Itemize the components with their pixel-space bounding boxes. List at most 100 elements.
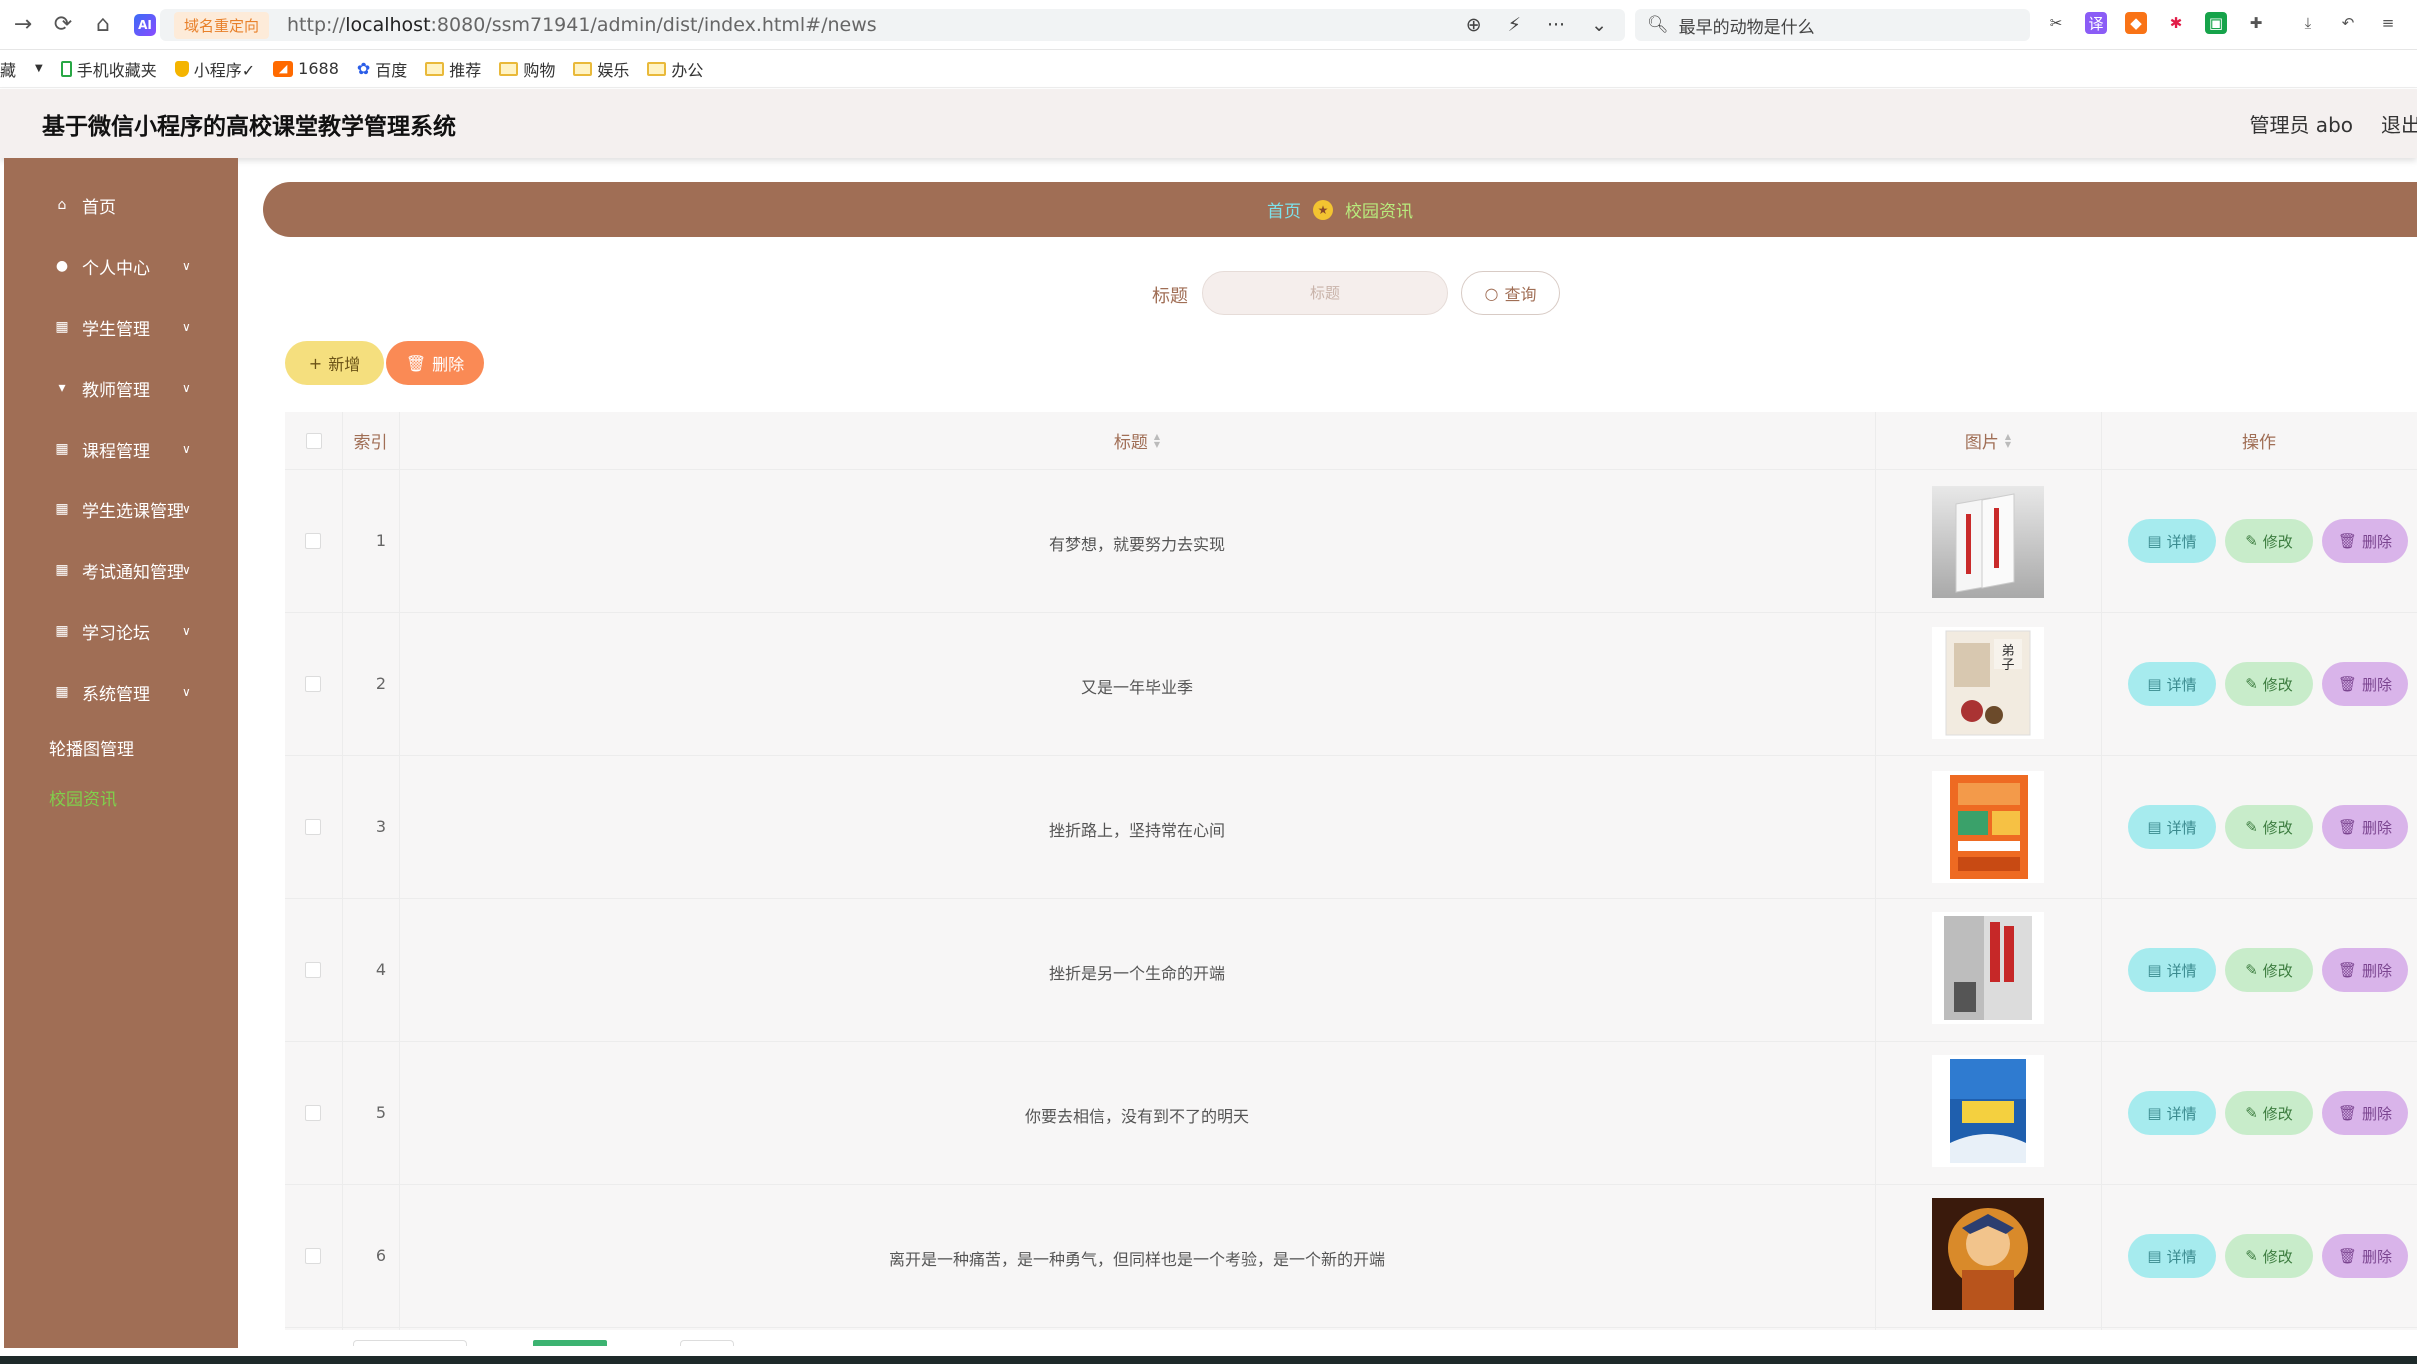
chevron-down-icon: ∨ xyxy=(182,563,191,577)
home-browser-icon[interactable]: ⌂ xyxy=(86,8,120,42)
detail-button[interactable]: ▤ 详情 xyxy=(2128,662,2216,706)
row-checkbox[interactable] xyxy=(305,962,321,978)
edit-button[interactable]: ✎ 修改 xyxy=(2225,1091,2313,1135)
sort-icon[interactable]: ▲ ▼ xyxy=(1154,432,1160,449)
add-button[interactable]: + 新增 xyxy=(285,341,384,385)
news-thumbnail[interactable] xyxy=(1932,771,2044,883)
baidu-paw-icon: ✿ xyxy=(356,59,371,78)
address-bar[interactable]: 域名重定向 http://localhost:8080/ssm71941/adm… xyxy=(160,9,1625,41)
detail-button[interactable]: ▤ 详情 xyxy=(2128,805,2216,849)
game-icon[interactable]: ◆ xyxy=(2125,12,2147,34)
news-thumbnail[interactable]: 弟 子 xyxy=(1932,627,2044,739)
chevron-down-icon: ∨ xyxy=(182,320,191,334)
delete-button[interactable]: 🗑︎ 删除 xyxy=(2322,805,2408,849)
delete-button[interactable]: 🗑︎ 删除 xyxy=(2322,948,2408,992)
scissors-icon[interactable]: ✂ xyxy=(2045,12,2067,34)
delete-button[interactable]: 🗑︎ 删除 xyxy=(2322,1234,2408,1278)
edit-button[interactable]: ✎ 修改 xyxy=(2225,948,2313,992)
header-image[interactable]: 图片 ▲ ▼ xyxy=(1875,412,2101,470)
title-search-input[interactable]: 标题 xyxy=(1202,271,1448,315)
row-checkbox[interactable] xyxy=(305,676,321,692)
zoom-icon[interactable]: ⊕ xyxy=(1466,14,1482,36)
row-title: 有梦想，就要努力去实现 xyxy=(1048,535,1225,554)
home-icon: ⌂ xyxy=(57,197,67,213)
sidebar-item-home[interactable]: ⌂ 首页 xyxy=(4,180,238,230)
bookmark-item[interactable]: 小程序✓ xyxy=(174,57,255,81)
query-button[interactable]: ○ 查询 xyxy=(1461,271,1560,315)
extensions-icon[interactable]: ✚ xyxy=(2245,12,2267,34)
document-icon: ▤ xyxy=(2147,532,2162,550)
bookmark-item[interactable]: 娱乐 xyxy=(573,57,629,81)
download-icon[interactable]: ⤓ xyxy=(2297,12,2319,34)
chevron-down-icon: ∨ xyxy=(182,502,191,516)
browser-search-box[interactable]: 🔍︎ 最早的动物是什么 xyxy=(1635,9,2030,41)
edit-button[interactable]: ✎ 修改 xyxy=(2225,519,2313,563)
detail-button[interactable]: ▤ 详情 xyxy=(2128,1091,2216,1135)
sidebar-item-teachers[interactable]: ▾ 教师管理 ∨ xyxy=(4,363,238,413)
header-title[interactable]: 标题 ▲ ▼ xyxy=(399,412,1875,470)
news-thumbnail[interactable] xyxy=(1932,486,2044,598)
batch-delete-button[interactable]: 🗑︎ 删除 xyxy=(386,341,484,385)
bookmark-item[interactable]: 藏 ▼ xyxy=(0,57,43,81)
reload-icon[interactable]: ⟳ xyxy=(46,8,80,42)
back-icon[interactable]: → xyxy=(6,8,40,42)
lightning-icon[interactable]: ⚡ xyxy=(1508,14,1521,36)
url-text[interactable]: http://localhost:8080/ssm71941/admin/dis… xyxy=(287,14,877,36)
sidebar-item-carousel[interactable]: 轮播图管理 xyxy=(4,722,238,772)
row-checkbox[interactable] xyxy=(305,1105,321,1121)
row-title: 又是一年毕业季 xyxy=(1080,678,1193,697)
edit-button[interactable]: ✎ 修改 xyxy=(2225,805,2313,849)
dots-app-icon[interactable]: ✱ xyxy=(2165,12,2187,34)
trash-icon: 🗑︎ xyxy=(2337,1247,2358,1265)
delete-button[interactable]: 🗑︎ 删除 xyxy=(2322,1091,2408,1135)
delete-button[interactable]: 🗑︎ 删除 xyxy=(2322,662,2408,706)
sidebar-item-forum[interactable]: ▦ 学习论坛 ∨ xyxy=(4,606,238,656)
sort-icon[interactable]: ▲ ▼ xyxy=(2005,432,2011,449)
green-app-icon[interactable]: ▣ xyxy=(2205,12,2227,34)
row-checkbox[interactable] xyxy=(305,1248,321,1264)
menu-icon[interactable]: ≡ xyxy=(2377,12,2399,34)
news-thumbnail[interactable] xyxy=(1932,1055,2044,1167)
sidebar-item-campus-news[interactable]: 校园资讯 xyxy=(4,772,238,822)
current-user: 管理员 abo xyxy=(2249,113,2353,137)
pager-jump-input[interactable] xyxy=(680,1340,734,1346)
bookmark-item[interactable]: 手机收藏夹 xyxy=(60,57,157,81)
detail-button[interactable]: ▤ 详情 xyxy=(2128,948,2216,992)
sidebar: ⌂ 首页 ● 个人中心 ∨ ▦ 学生管理 ∨ ▾ 教师管理 ∨ ▦ 课程管理 ∨… xyxy=(4,158,238,1348)
edit-button[interactable]: ✎ 修改 xyxy=(2225,1234,2313,1278)
folder-icon xyxy=(573,61,593,76)
row-title: 挫折路上，坚持常在心间 xyxy=(1048,821,1225,840)
bookmark-item[interactable]: 购物 xyxy=(499,57,555,81)
bookmark-item[interactable]: 推荐 xyxy=(425,57,481,81)
row-checkbox[interactable] xyxy=(305,819,321,835)
edit-button[interactable]: ✎ 修改 xyxy=(2225,662,2313,706)
sidebar-item-system[interactable]: ▦ 系统管理 ∨ xyxy=(4,667,238,717)
sidebar-item-course-selection[interactable]: ▦ 学生选课管理 ∨ xyxy=(4,484,238,534)
detail-button[interactable]: ▤ 详情 xyxy=(2128,519,2216,563)
row-checkbox[interactable] xyxy=(305,533,321,549)
sidebar-item-exam-notices[interactable]: ▦ 考试通知管理 ∨ xyxy=(4,545,238,595)
logout-button[interactable]: 退出 xyxy=(2381,109,2417,138)
translate-icon[interactable]: 译 xyxy=(2085,12,2107,34)
caret-down-icon: ▼ xyxy=(35,63,43,74)
bookmark-item[interactable]: 办公 xyxy=(647,57,703,81)
sidebar-item-courses[interactable]: ▦ 课程管理 ∨ xyxy=(4,424,238,474)
select-all-checkbox[interactable] xyxy=(305,432,322,449)
news-thumbnail[interactable] xyxy=(1932,1198,2044,1310)
undo-icon[interactable]: ↶ xyxy=(2337,12,2359,34)
document-icon: ▤ xyxy=(2147,1247,2162,1265)
bookmark-item[interactable]: ◢ 1688 xyxy=(273,59,339,78)
search-icon: ○ xyxy=(1484,283,1499,303)
more-icon[interactable]: ··· xyxy=(1547,14,1565,36)
pager-current-page[interactable] xyxy=(533,1340,607,1346)
breadcrumb-home[interactable]: 首页 xyxy=(1267,197,1301,222)
row-title: 离开是一种痛苦，是一种勇气，但同样也是一个考验，是一个新的开端 xyxy=(888,1250,1385,1269)
pager-size-select[interactable] xyxy=(353,1340,467,1346)
delete-button[interactable]: 🗑︎ 删除 xyxy=(2322,519,2408,563)
chevron-down-icon[interactable]: ⌄ xyxy=(1591,14,1607,36)
ai-assistant-icon[interactable]: AI xyxy=(134,13,156,36)
bookmark-item[interactable]: ✿ 百度 xyxy=(357,57,407,81)
detail-button[interactable]: ▤ 详情 xyxy=(2128,1234,2216,1278)
news-thumbnail[interactable] xyxy=(1932,912,2044,1024)
pencil-icon: ✎ xyxy=(2245,961,2258,979)
